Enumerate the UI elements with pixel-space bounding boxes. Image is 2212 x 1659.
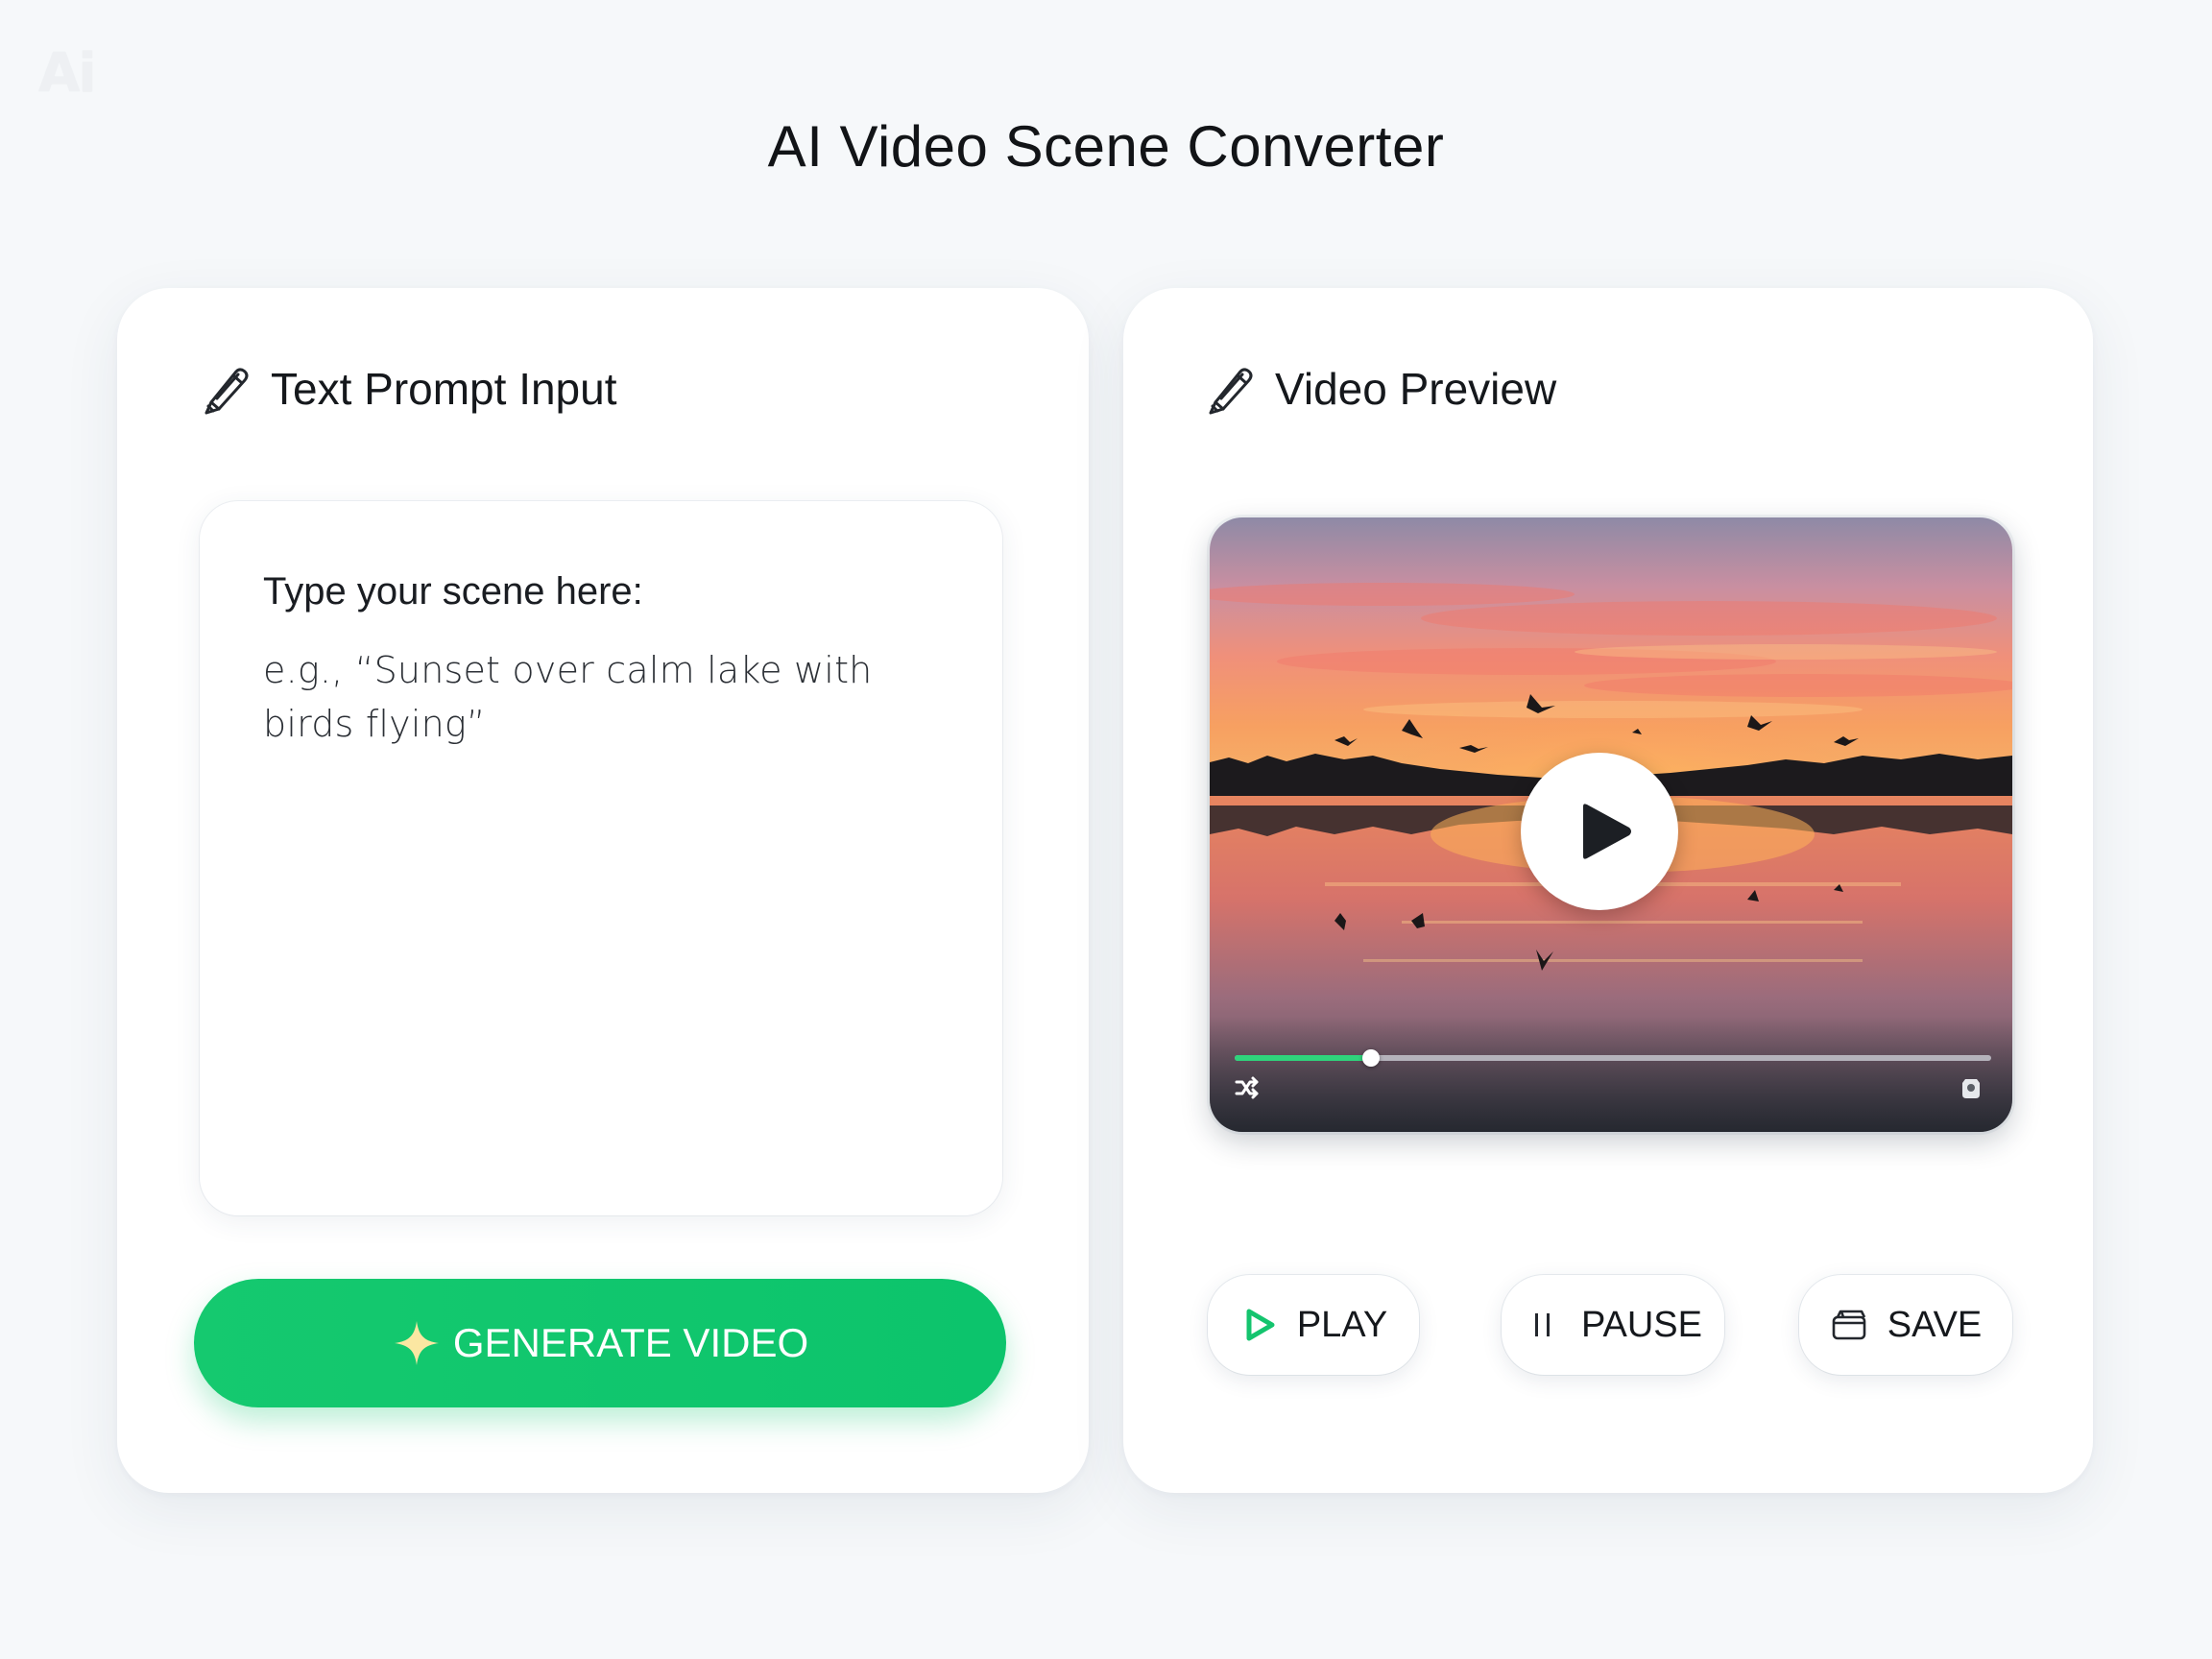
prompt-panel-heading: Text Prompt Input — [198, 360, 617, 418]
shuffle-icon[interactable] — [1233, 1073, 1262, 1102]
pencil-icon — [1209, 368, 1253, 415]
preview-panel-title: Video Preview — [1275, 364, 1557, 414]
settings-icon[interactable] — [1957, 1073, 1985, 1102]
pause-button-label: PAUSE — [1580, 1304, 1702, 1345]
save-button[interactable]: SAVE — [1799, 1275, 2012, 1375]
play-icon — [1246, 1309, 1275, 1341]
play-button[interactable]: PLAY — [1208, 1275, 1419, 1375]
pause-button[interactable]: PAUSE — [1502, 1275, 1724, 1375]
prompt-placeholder: e.g., “Sunset over calm lake with birds … — [263, 649, 873, 746]
play-icon — [1583, 804, 1631, 859]
preview-panel-heading: Video Preview — [1202, 360, 1556, 418]
prompt-label: Type your scene here: — [263, 570, 643, 613]
generate-video-label: GENERATE VIDEO — [452, 1320, 809, 1365]
app-logo: Ai — [38, 42, 97, 105]
save-icon — [1832, 1310, 1866, 1340]
video-progress-thumb[interactable] — [1361, 1049, 1380, 1067]
prompt-textarea[interactable]: Type your scene here: e.g., “Sunset over… — [200, 501, 1002, 1215]
video-progress-bar[interactable] — [1235, 1049, 1991, 1067]
pause-icon — [1534, 1313, 1550, 1336]
pencil-icon — [204, 368, 249, 415]
video-play-overlay[interactable] — [1521, 753, 1678, 910]
sparkle-icon — [394, 1321, 439, 1365]
generate-video-button[interactable]: GENERATE VIDEO — [194, 1279, 1006, 1407]
save-button-label: SAVE — [1887, 1304, 1983, 1345]
prompt-panel-title: Text Prompt Input — [271, 364, 617, 414]
page-title: AI Video Scene Converter — [767, 114, 1445, 179]
video-progress-fill — [1235, 1055, 1371, 1061]
play-button-label: PLAY — [1296, 1304, 1388, 1345]
